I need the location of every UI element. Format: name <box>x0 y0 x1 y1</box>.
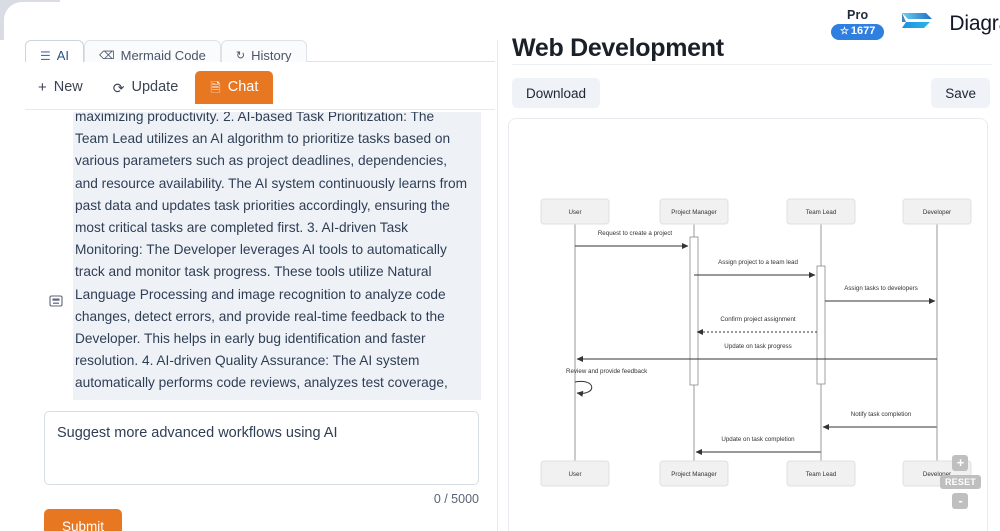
participant-label: User <box>568 209 581 216</box>
participant-label: Team Lead <box>806 209 837 216</box>
chat-button-label: Chat <box>227 79 259 96</box>
right-panel: Web Development Download Save User Proje… <box>498 34 1000 531</box>
assistant-robot-icon <box>49 294 63 308</box>
browser-corner <box>0 0 64 50</box>
message-label: Update on task completion <box>721 436 795 443</box>
diagram-canvas[interactable]: User Project Manager Team Lead Developer… <box>508 118 988 531</box>
diagram-toolbar: Download Save <box>512 78 990 112</box>
chat-button[interactable]: 🗎 Chat <box>195 71 274 104</box>
tab-history-label: History <box>251 48 292 62</box>
panel-tabbar: ☰ AI ⌫ Mermaid Code ↻ History <box>25 40 495 62</box>
message-label: Update on task progress <box>724 343 791 350</box>
tab-ai[interactable]: ☰ AI <box>25 40 85 63</box>
sequence-diagram: User Project Manager Team Lead Developer… <box>540 198 972 487</box>
panel-action-row: + New ⟳ Update 🗎 Chat <box>25 66 495 110</box>
pro-label: Pro <box>846 8 869 22</box>
participant-label: Team Lead <box>806 471 837 478</box>
message-label: Notify task completion <box>851 411 912 418</box>
assistant-message-bubble: maximizing productivity. 2. AI-based Tas… <box>73 112 481 400</box>
assistant-message-text: maximizing productivity. 2. AI-based Tas… <box>75 112 468 400</box>
participant-label: User <box>568 471 581 478</box>
update-button[interactable]: ⟳ Update <box>100 72 192 103</box>
zoom-controls: + RESET - <box>939 455 981 509</box>
left-panel: ☰ AI ⌫ Mermaid Code ↻ History + New ⟳ Up… <box>0 40 497 531</box>
menu-icon: ☰ <box>40 48 51 63</box>
plus-icon: + <box>38 79 47 96</box>
refresh-icon: ⟳ <box>112 79 125 96</box>
tab-mermaid-code[interactable]: ⌫ Mermaid Code <box>84 40 221 62</box>
save-button[interactable]: Save <box>931 78 990 108</box>
participant-label: Project Manager <box>671 209 716 216</box>
message-label: Review and provide feedback <box>566 368 648 375</box>
zoom-out-button[interactable]: - <box>952 493 969 509</box>
submit-button[interactable]: Submit <box>44 509 123 531</box>
tab-history[interactable]: ↻ History <box>220 40 307 62</box>
tab-ai-label: AI <box>56 48 70 62</box>
message-label: Confirm project assignment <box>720 316 796 323</box>
download-button[interactable]: Download <box>512 78 601 108</box>
zoom-reset-button[interactable]: RESET <box>939 475 981 489</box>
page-title[interactable]: Web Development <box>512 31 992 65</box>
chat-icon: 🗎 <box>210 80 221 95</box>
update-button-label: Update <box>131 79 179 96</box>
new-button[interactable]: + New <box>25 72 96 103</box>
message-label: Assign tasks to developers <box>844 285 918 292</box>
history-icon: ↻ <box>235 50 246 62</box>
participant-label: Developer <box>923 209 951 216</box>
new-button-label: New <box>53 79 83 96</box>
zoom-in-button[interactable]: + <box>952 455 969 471</box>
message-label: Assign project to a team lead <box>718 259 798 266</box>
tab-mermaid-code-label: Mermaid Code <box>120 48 206 62</box>
character-counter: 0 / 5000 <box>433 492 479 506</box>
app-root: Pro ☆ 1677 Diagr ☰ AI ⌫ Mermaid Code ↻ H… <box>0 0 1000 531</box>
participant-label: Project Manager <box>671 471 716 478</box>
code-icon: ⌫ <box>99 50 115 62</box>
chat-message-area: maximizing productivity. 2. AI-based Tas… <box>44 112 481 400</box>
prompt-input[interactable] <box>44 411 479 485</box>
tabbar-filler <box>306 61 495 62</box>
message-label: Request to create a project <box>598 230 673 237</box>
